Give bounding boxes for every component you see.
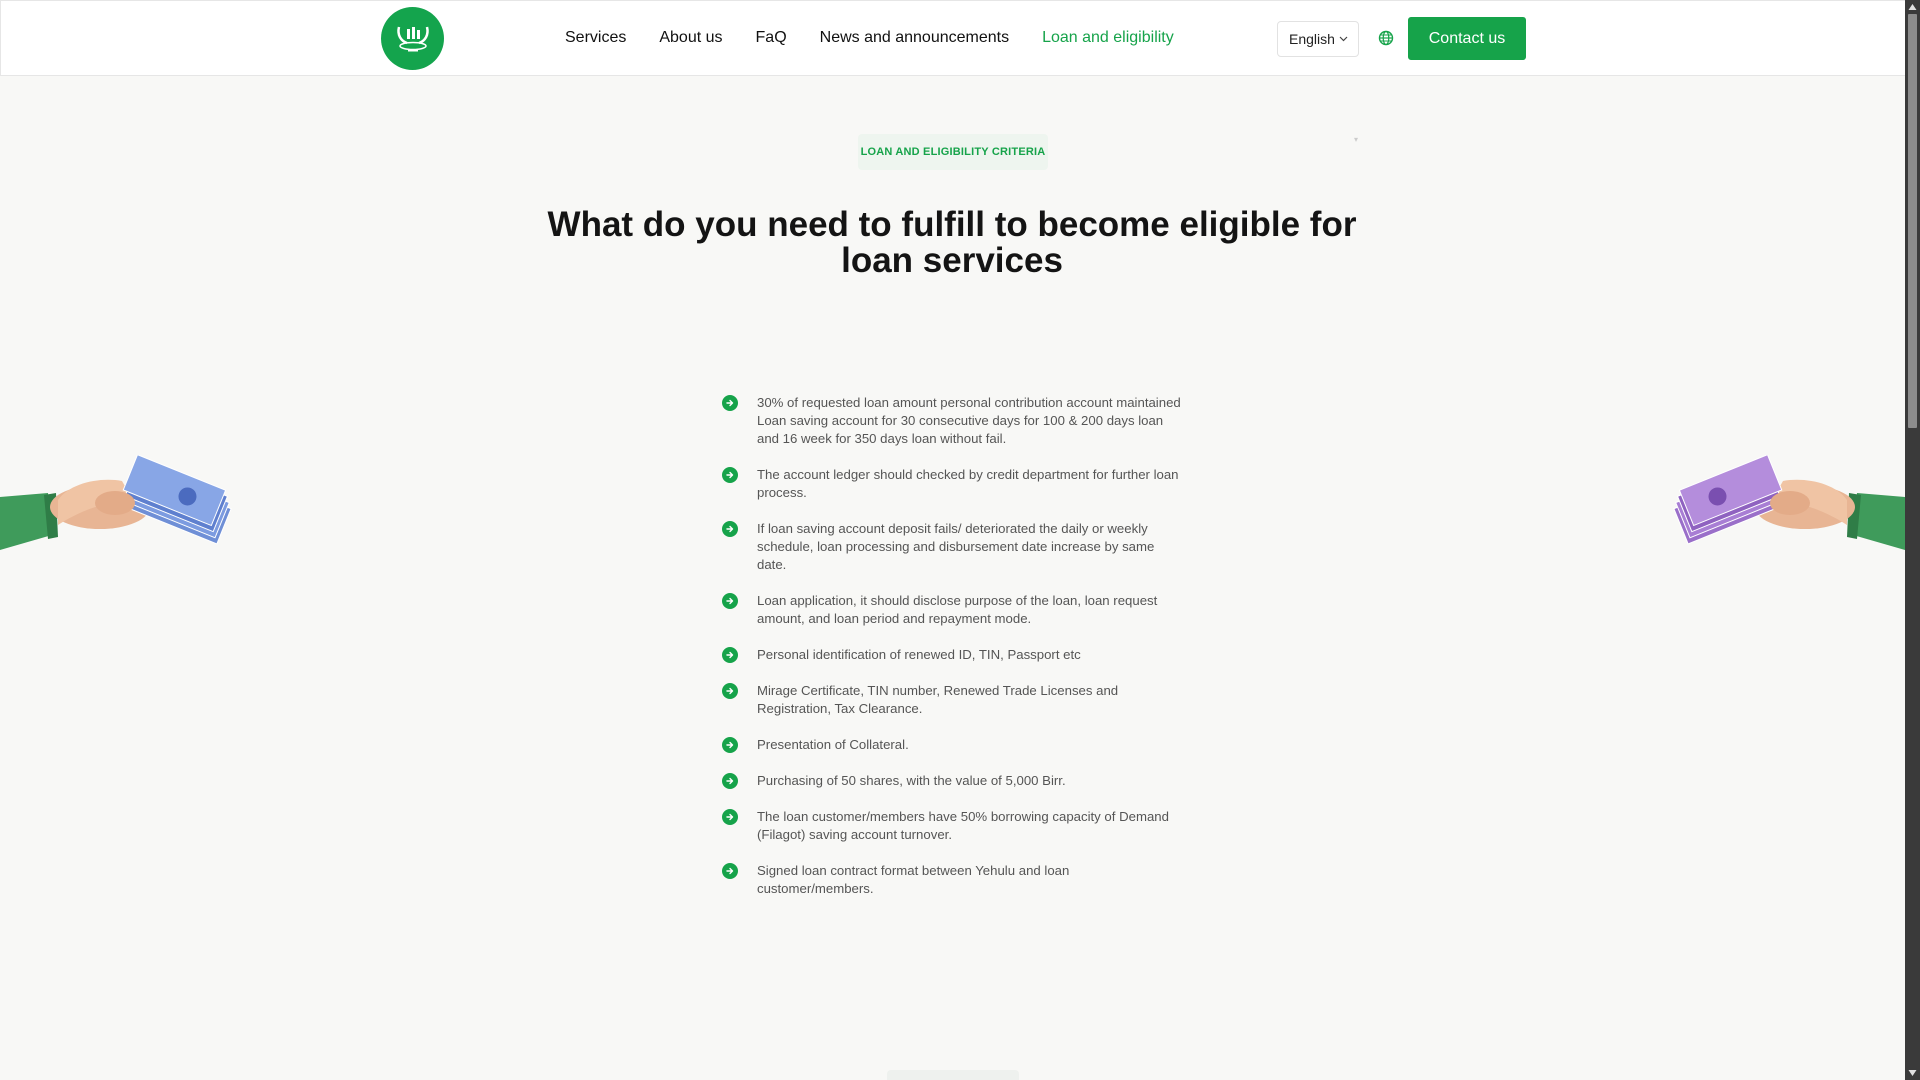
arrow-right-circle-icon bbox=[722, 683, 738, 699]
page-title: What do you need to fulfill to become el… bbox=[547, 205, 1357, 280]
arrow-right-circle-icon bbox=[722, 521, 738, 537]
criteria-item: The account ledger should checked by cre… bbox=[722, 466, 1184, 502]
chevron-down-icon bbox=[1339, 36, 1348, 42]
nav-loan-and-eligibility[interactable]: Loan and eligibility bbox=[1042, 27, 1174, 49]
scrollbar-thumb[interactable] bbox=[1908, 14, 1917, 428]
site-logo[interactable] bbox=[381, 7, 444, 70]
criteria-text: Presentation of Collateral. bbox=[757, 737, 909, 752]
criteria-item: If loan saving account deposit fails/ de… bbox=[722, 520, 1184, 574]
arrow-right-circle-icon bbox=[722, 809, 738, 825]
arrow-right-circle-icon bbox=[722, 863, 738, 879]
criteria-item: 30% of requested loan amount personal co… bbox=[722, 394, 1184, 448]
criteria-item: Presentation of Collateral. bbox=[722, 736, 1184, 754]
criteria-item: Mirage Certificate, TIN number, Renewed … bbox=[722, 682, 1184, 718]
scroll-down-arrow-icon[interactable] bbox=[1908, 1069, 1917, 1077]
criteria-item: Loan application, it should disclose pur… bbox=[722, 592, 1184, 628]
arrow-right-circle-icon bbox=[722, 467, 738, 483]
criteria-item: Personal identification of renewed ID, T… bbox=[722, 646, 1184, 664]
criteria-item: Purchasing of 50 shares, with the value … bbox=[722, 772, 1184, 790]
nav-faq[interactable]: FaQ bbox=[756, 27, 787, 49]
main-nav: Services About us FaQ News and announcem… bbox=[565, 27, 1207, 49]
decorative-dot: ▾ bbox=[1354, 135, 1359, 144]
arrow-right-circle-icon bbox=[722, 593, 738, 609]
criteria-text: The account ledger should checked by cre… bbox=[757, 467, 1179, 500]
eligibility-criteria-list: 30% of requested loan amount personal co… bbox=[722, 394, 1184, 916]
criteria-item: The loan customer/members have 50% borro… bbox=[722, 808, 1184, 844]
globe-icon[interactable] bbox=[1378, 30, 1394, 46]
criteria-text: Loan application, it should disclose pur… bbox=[757, 593, 1158, 626]
arrow-right-circle-icon bbox=[722, 773, 738, 789]
nav-services[interactable]: Services bbox=[565, 27, 626, 49]
criteria-item: Signed loan contract format between Yehu… bbox=[722, 862, 1184, 898]
next-section-badge bbox=[887, 1070, 1019, 1080]
criteria-text: If loan saving account deposit fails/ de… bbox=[757, 521, 1155, 572]
nav-about-us[interactable]: About us bbox=[659, 27, 722, 49]
logo-emblem-icon bbox=[396, 26, 429, 51]
criteria-text: 30% of requested loan amount personal co… bbox=[757, 395, 1181, 446]
arrow-right-circle-icon bbox=[722, 737, 738, 753]
hand-with-money-left-image bbox=[0, 455, 232, 550]
criteria-text: Personal identification of renewed ID, T… bbox=[757, 647, 1081, 662]
arrow-right-circle-icon bbox=[722, 395, 738, 411]
criteria-text: Mirage Certificate, TIN number, Renewed … bbox=[757, 683, 1119, 716]
criteria-text: Purchasing of 50 shares, with the value … bbox=[757, 773, 1066, 788]
criteria-text: Signed loan contract format between Yehu… bbox=[757, 863, 1070, 896]
site-header: Services About us FaQ News and announcem… bbox=[0, 0, 1905, 76]
hand-with-money-right-image bbox=[1673, 455, 1905, 550]
arrow-right-circle-icon bbox=[722, 647, 738, 663]
criteria-text: The loan customer/members have 50% borro… bbox=[757, 809, 1169, 842]
language-select[interactable]: English bbox=[1277, 21, 1359, 57]
contact-us-button[interactable]: Contact us bbox=[1408, 17, 1526, 60]
scroll-up-arrow-icon[interactable] bbox=[1908, 3, 1917, 11]
nav-news-and-announcements[interactable]: News and announcements bbox=[820, 27, 1009, 49]
language-value: English bbox=[1289, 31, 1335, 47]
page-scrollbar[interactable] bbox=[1905, 0, 1920, 1080]
section-badge: LOAN AND ELIGIBILITY CRITERIA bbox=[858, 134, 1048, 170]
